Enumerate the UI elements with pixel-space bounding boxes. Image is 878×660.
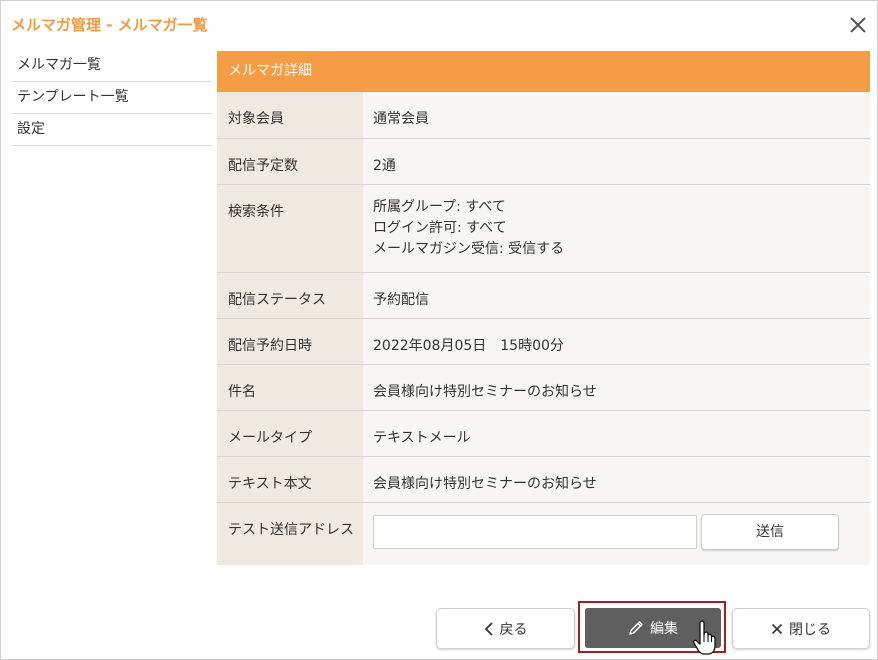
close-button-label: 閉じる (789, 621, 831, 638)
detail-row-subject: 件名 会員様向け特別セミナーのお知らせ (217, 365, 870, 411)
row-label: 配信予定数 (217, 139, 363, 184)
detail-row-search-conditions: 検索条件 所属グループ: すべて ログイン許可: すべて メールマガジン受信: … (217, 185, 870, 273)
row-label: 件名 (217, 365, 363, 410)
row-value: 通常会員 (363, 92, 870, 138)
row-label: 検索条件 (217, 185, 363, 272)
row-label: 対象会員 (217, 92, 363, 138)
close-icon[interactable] (847, 14, 869, 36)
row-label: 配信ステータス (217, 273, 363, 318)
row-value: テキストメール (363, 411, 870, 456)
edit-button[interactable]: 編集 (585, 608, 721, 648)
detail-row-target-member: 対象会員 通常会員 (217, 92, 870, 139)
detail-row-status: 配信ステータス 予約配信 (217, 273, 870, 319)
row-label: テスト送信アドレス (217, 503, 363, 565)
row-label: テキスト本文 (217, 457, 363, 502)
dialog-title: メルマガ管理 - メルマガ一覧 (11, 16, 208, 34)
edit-button-label: 編集 (650, 621, 678, 637)
detail-row-test-address: テスト送信アドレス 送信 (217, 503, 870, 565)
back-button-label: 戻る (499, 621, 528, 638)
row-value: 2022年08月05日 15時00分 (363, 319, 870, 364)
row-label: 配信予約日時 (217, 319, 363, 364)
detail-row-scheduled-count: 配信予定数 2通 (217, 139, 870, 185)
row-label: メールタイプ (217, 411, 363, 456)
sidebar-item-mailmag-list[interactable]: メルマガ一覧 (11, 50, 212, 82)
sidebar-item-settings[interactable]: 設定 (11, 114, 212, 146)
back-button[interactable]: 戻る (436, 608, 575, 649)
detail-row-body-text: テキスト本文 会員様向け特別セミナーのお知らせ (217, 457, 870, 503)
chevron-left-icon (484, 621, 494, 636)
row-value: 会員様向け特別セミナーのお知らせ (363, 457, 870, 502)
row-value: 所属グループ: すべて ログイン許可: すべて メールマガジン受信: 受信する (363, 185, 870, 272)
dialog-titlebar: メルマガ管理 - メルマガ一覧 (1, 1, 877, 47)
condition-login: ログイン許可: すべて (373, 220, 507, 236)
detail-panel: メルマガ詳細 対象会員 通常会員 配信予定数 2通 検索条件 所属グループ: す… (217, 51, 870, 565)
sidebar: メルマガ一覧 テンプレート一覧 設定 (11, 50, 212, 146)
row-value: 予約配信 (363, 273, 870, 318)
close-button[interactable]: 閉じる (732, 608, 870, 649)
test-address-input[interactable] (373, 515, 697, 549)
mailmag-dialog: メルマガ管理 - メルマガ一覧 メルマガ一覧 テンプレート一覧 設定 メルマガ詳… (0, 0, 878, 660)
x-icon (771, 623, 783, 635)
send-test-button[interactable]: 送信 (701, 514, 839, 550)
row-value: 2通 (363, 139, 870, 184)
detail-panel-header: メルマガ詳細 (217, 51, 870, 92)
detail-row-scheduled-datetime: 配信予約日時 2022年08月05日 15時00分 (217, 319, 870, 365)
condition-group: 所属グループ: すべて (373, 199, 506, 215)
row-value: 会員様向け特別セミナーのお知らせ (363, 365, 870, 410)
sidebar-item-template-list[interactable]: テンプレート一覧 (11, 82, 212, 114)
detail-row-mail-type: メールタイプ テキストメール (217, 411, 870, 457)
pencil-icon (628, 620, 644, 636)
condition-newsletter: メールマガジン受信: 受信する (373, 241, 565, 257)
